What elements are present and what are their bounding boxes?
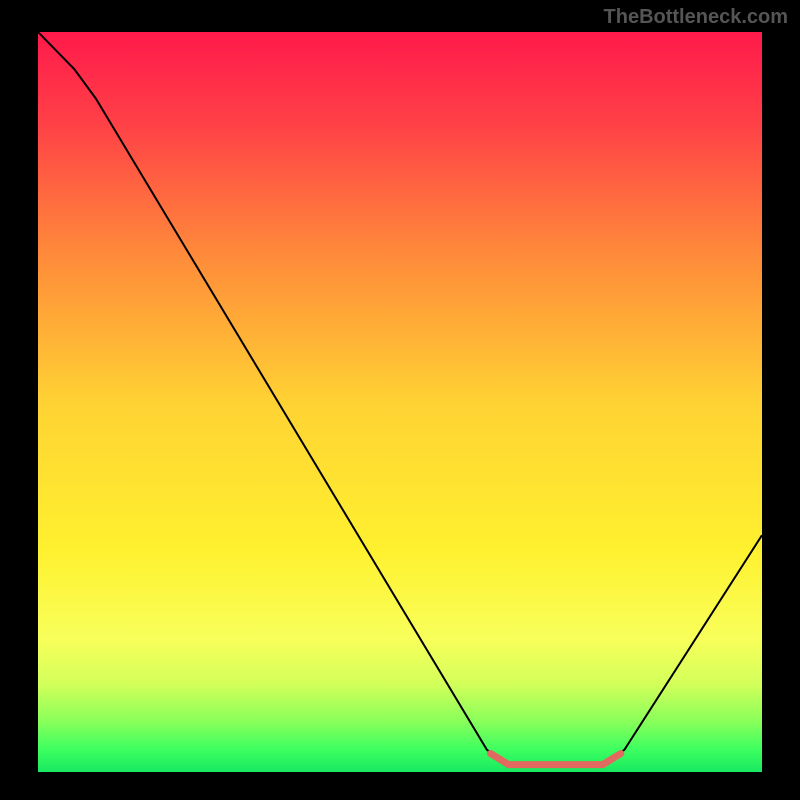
chart-frame: TheBottleneck.com <box>0 0 800 800</box>
chart-svg <box>38 32 762 772</box>
gradient-background <box>38 32 762 772</box>
plot-area <box>38 32 762 772</box>
watermark-text: TheBottleneck.com <box>604 6 788 29</box>
